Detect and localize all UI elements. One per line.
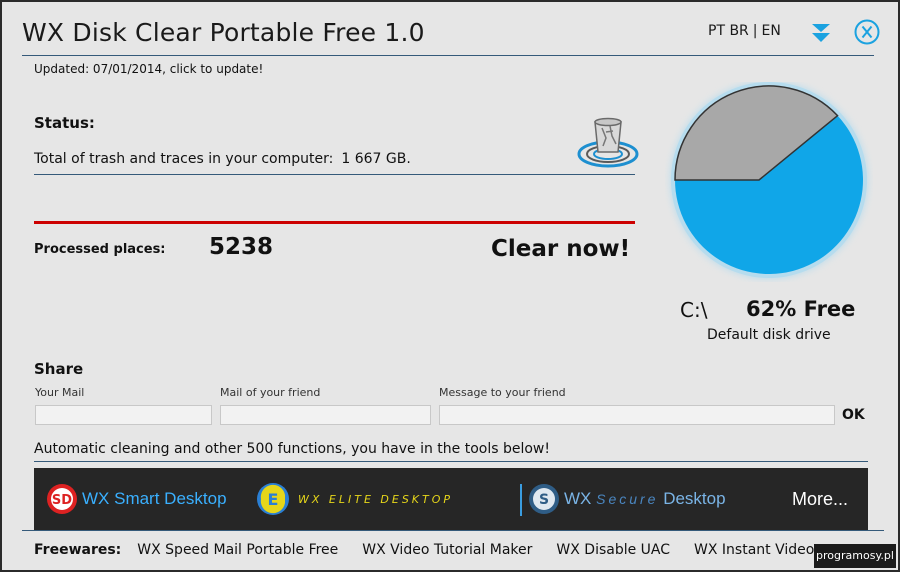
wx-secure-desktop-text: WX Secure Desktop [564, 489, 726, 509]
status-divider [34, 174, 635, 175]
app-window: WX Disk Clear Portable Free 1.0 PT BR | EN… [0, 0, 900, 572]
red-separator [34, 221, 635, 224]
wx-smart-logo-icon: SD [47, 484, 77, 514]
message-input[interactable] [439, 405, 835, 425]
your-mail-input[interactable] [35, 405, 212, 425]
wx-secure-logo-icon: S [529, 484, 559, 514]
more-tools-link[interactable]: More... [790, 468, 866, 530]
secure-suffix: Desktop [658, 489, 726, 508]
freeware-link[interactable]: WX Video Tutorial Maker [362, 542, 532, 558]
trash-value: 1 667 GB. [341, 151, 411, 167]
wx-elite-desktop-text: WX ELITE DESKTOP [298, 493, 454, 506]
secure-prefix: WX [564, 489, 597, 508]
drive-letter: C:\ [680, 298, 708, 322]
wx-secure-desktop-link[interactable]: S WX Secure Desktop [528, 468, 778, 530]
freewares-label: Freewares: [34, 542, 122, 558]
trash-total: Total of trash and traces in your comput… [34, 151, 411, 167]
freeware-link[interactable]: WX Speed Mail Portable Free [137, 542, 338, 558]
lang-pt-br[interactable]: PT BR [708, 23, 749, 39]
clear-now-button[interactable]: Clear now! [491, 236, 630, 262]
footer-divider [22, 530, 884, 531]
svg-text:SD: SD [52, 493, 72, 508]
your-mail-label: Your Mail [35, 386, 85, 399]
friend-mail-label: Mail of your friend [220, 386, 321, 399]
update-link[interactable]: Updated: 07/01/2014, click to update! [34, 62, 263, 76]
secure-word: Secure [596, 491, 659, 507]
freeware-link[interactable]: WX Instant Video [694, 542, 814, 558]
window-title: WX Disk Clear Portable Free 1.0 [22, 18, 425, 47]
watermark-badge: programosy.pl [814, 544, 896, 568]
friend-mail-input[interactable] [220, 405, 431, 425]
status-heading: Status: [34, 114, 95, 132]
banner-divider [520, 484, 522, 516]
tools-banner: SD WX Smart Desktop E WX ELITE DESKTOP S… [34, 468, 868, 530]
share-heading: Share [34, 360, 84, 378]
svg-text:E: E [268, 490, 279, 509]
processed-value: 5238 [209, 234, 274, 260]
close-circle-icon[interactable] [854, 19, 880, 45]
drive-subtitle: Default disk drive [707, 327, 831, 343]
language-switch: PT BR | EN [708, 23, 781, 39]
ok-button[interactable]: OK [842, 407, 865, 423]
wx-smart-desktop-link[interactable]: SD WX Smart Desktop [44, 468, 244, 530]
arrow-down-double-icon[interactable] [810, 22, 832, 44]
message-label: Message to your friend [439, 386, 566, 399]
disk-pie-chart [665, 82, 873, 282]
trash-bin-icon [577, 117, 639, 168]
wx-smart-desktop-text: WX Smart Desktop [82, 489, 227, 508]
svg-text:S: S [539, 492, 549, 508]
tools-info: Automatic cleaning and other 500 functio… [34, 441, 550, 457]
tools-divider [34, 461, 868, 462]
wx-elite-logo-icon: E [257, 483, 289, 515]
processed-label: Processed places: [34, 242, 166, 257]
lang-separator: | [752, 23, 758, 39]
freewares-bar: Freewares: WX Speed Mail Portable Free WX … [34, 542, 870, 558]
more-text: More... [792, 489, 849, 509]
freeware-link[interactable]: WX Disable UAC [556, 542, 670, 558]
trash-label: Total of trash and traces in your comput… [34, 151, 334, 167]
free-percent: 62% Free [746, 297, 856, 321]
title-divider [22, 55, 874, 56]
wx-elite-desktop-link[interactable]: E WX ELITE DESKTOP [252, 468, 520, 530]
lang-en[interactable]: EN [762, 23, 781, 39]
